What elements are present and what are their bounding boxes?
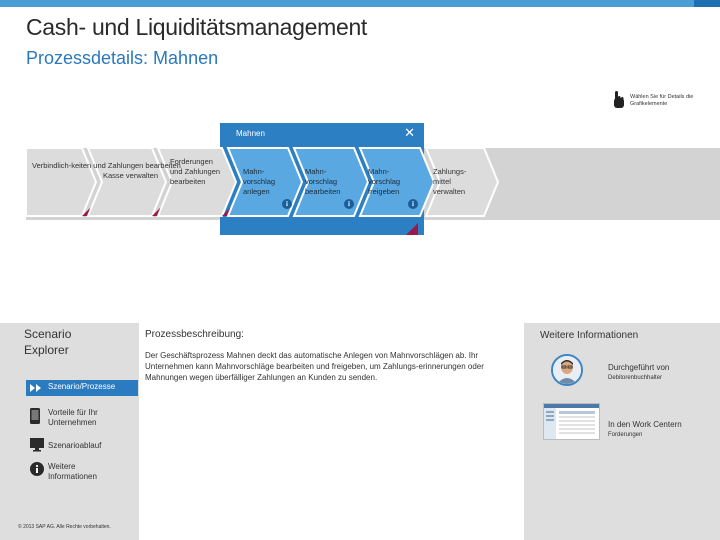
double-arrow-icon bbox=[30, 384, 41, 392]
description-title: Prozessbeschreibung: bbox=[145, 329, 244, 340]
step-label-4[interactable]: Mahn-vorschlag anlegen bbox=[243, 167, 285, 197]
info-icon-step-6[interactable]: i bbox=[408, 199, 418, 209]
step-label-5[interactable]: Mahn-vorschlag bearbeiten bbox=[305, 167, 347, 197]
info-icon bbox=[30, 462, 44, 481]
performed-by-label: Durchgeführt von bbox=[608, 363, 670, 372]
more-info-title: Weitere Informationen bbox=[540, 330, 639, 341]
device-icon bbox=[30, 408, 40, 429]
step-label-6[interactable]: Mahn-vorschlag freigeben bbox=[368, 167, 412, 197]
step-label-3[interactable]: Forderungen und Zahlungen bearbeiten bbox=[170, 157, 222, 187]
performed-by-value: Debitorenbuchhalter bbox=[608, 375, 663, 381]
work-center-value: Forderungen bbox=[608, 432, 643, 438]
nav-item-szenarioablauf[interactable]: Szenarioablauf bbox=[30, 438, 138, 454]
step-label-2[interactable]: Kasse verwalten bbox=[103, 171, 158, 181]
nav-item-weitere-informationen[interactable]: Weitere Informationen bbox=[30, 462, 138, 484]
nav-item-label: Weitere Informationen bbox=[48, 462, 97, 481]
step-label-7[interactable]: Zahlungs-mittel verwalten bbox=[433, 167, 481, 197]
chevron-step-2 bbox=[86, 147, 168, 217]
nav-item-label: Szenarioablauf bbox=[48, 441, 102, 450]
chevron-step-1 bbox=[25, 147, 98, 217]
nav-active-label: Szenario/Prozesse bbox=[48, 382, 116, 391]
copyright: © 2013 SAP AG. Alle Rechte vorbehalten. bbox=[18, 524, 111, 530]
work-center-label: In den Work Centern bbox=[608, 420, 682, 429]
monitor-icon bbox=[30, 438, 44, 457]
avatar[interactable] bbox=[551, 354, 583, 386]
work-center-thumbnail[interactable] bbox=[543, 403, 600, 440]
description-text: Der Geschäftsprozess Mahnen deckt das au… bbox=[145, 351, 484, 382]
info-icon-step-5[interactable]: i bbox=[344, 199, 354, 209]
info-icon-step-4[interactable]: i bbox=[282, 199, 292, 209]
scenario-explorer-title: Scenario Explorer bbox=[24, 327, 72, 357]
nav-item-label: Vorteile für Ihr Unternehmen bbox=[48, 408, 98, 427]
nav-item-vorteile[interactable]: Vorteile für Ihr Unternehmen bbox=[30, 408, 138, 430]
step-label-1[interactable]: Verbindlich-keiten und Zahlungen bearbei… bbox=[32, 161, 181, 171]
